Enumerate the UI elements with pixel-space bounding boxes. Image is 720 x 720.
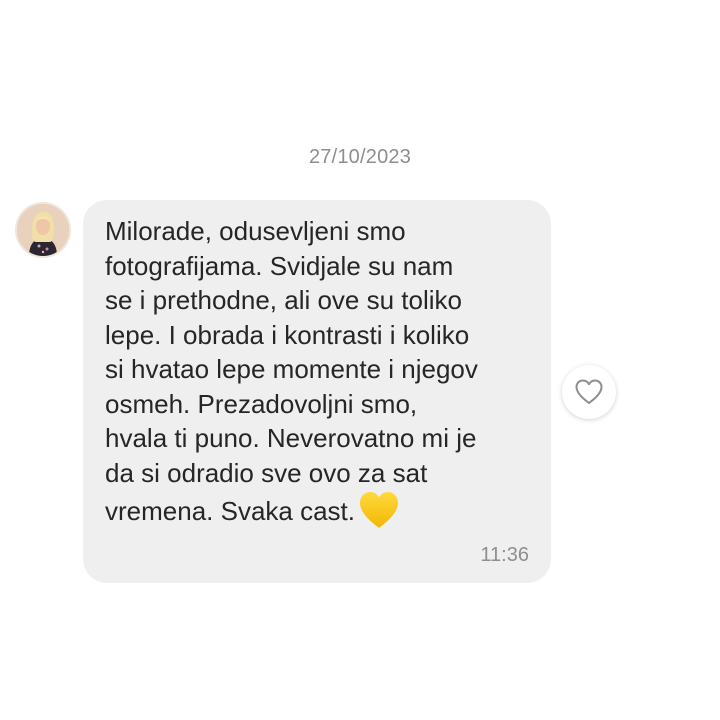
like-button[interactable] <box>562 365 616 419</box>
date-divider: 27/10/2023 <box>308 146 412 168</box>
heart-outline-icon <box>575 379 603 404</box>
avatar-photo <box>17 204 69 256</box>
message-bubble[interactable]: Milorade, odusevljeni smo fotografijama.… <box>83 200 551 583</box>
message-text: Milorade, odusevljeni smo fotografijama.… <box>105 214 545 530</box>
sender-avatar[interactable] <box>15 202 71 258</box>
message-timestamp: 11:36 <box>480 544 529 566</box>
message-body: Milorade, odusevljeni smo fotografijama.… <box>105 216 478 526</box>
yellow-heart-icon <box>357 490 401 530</box>
